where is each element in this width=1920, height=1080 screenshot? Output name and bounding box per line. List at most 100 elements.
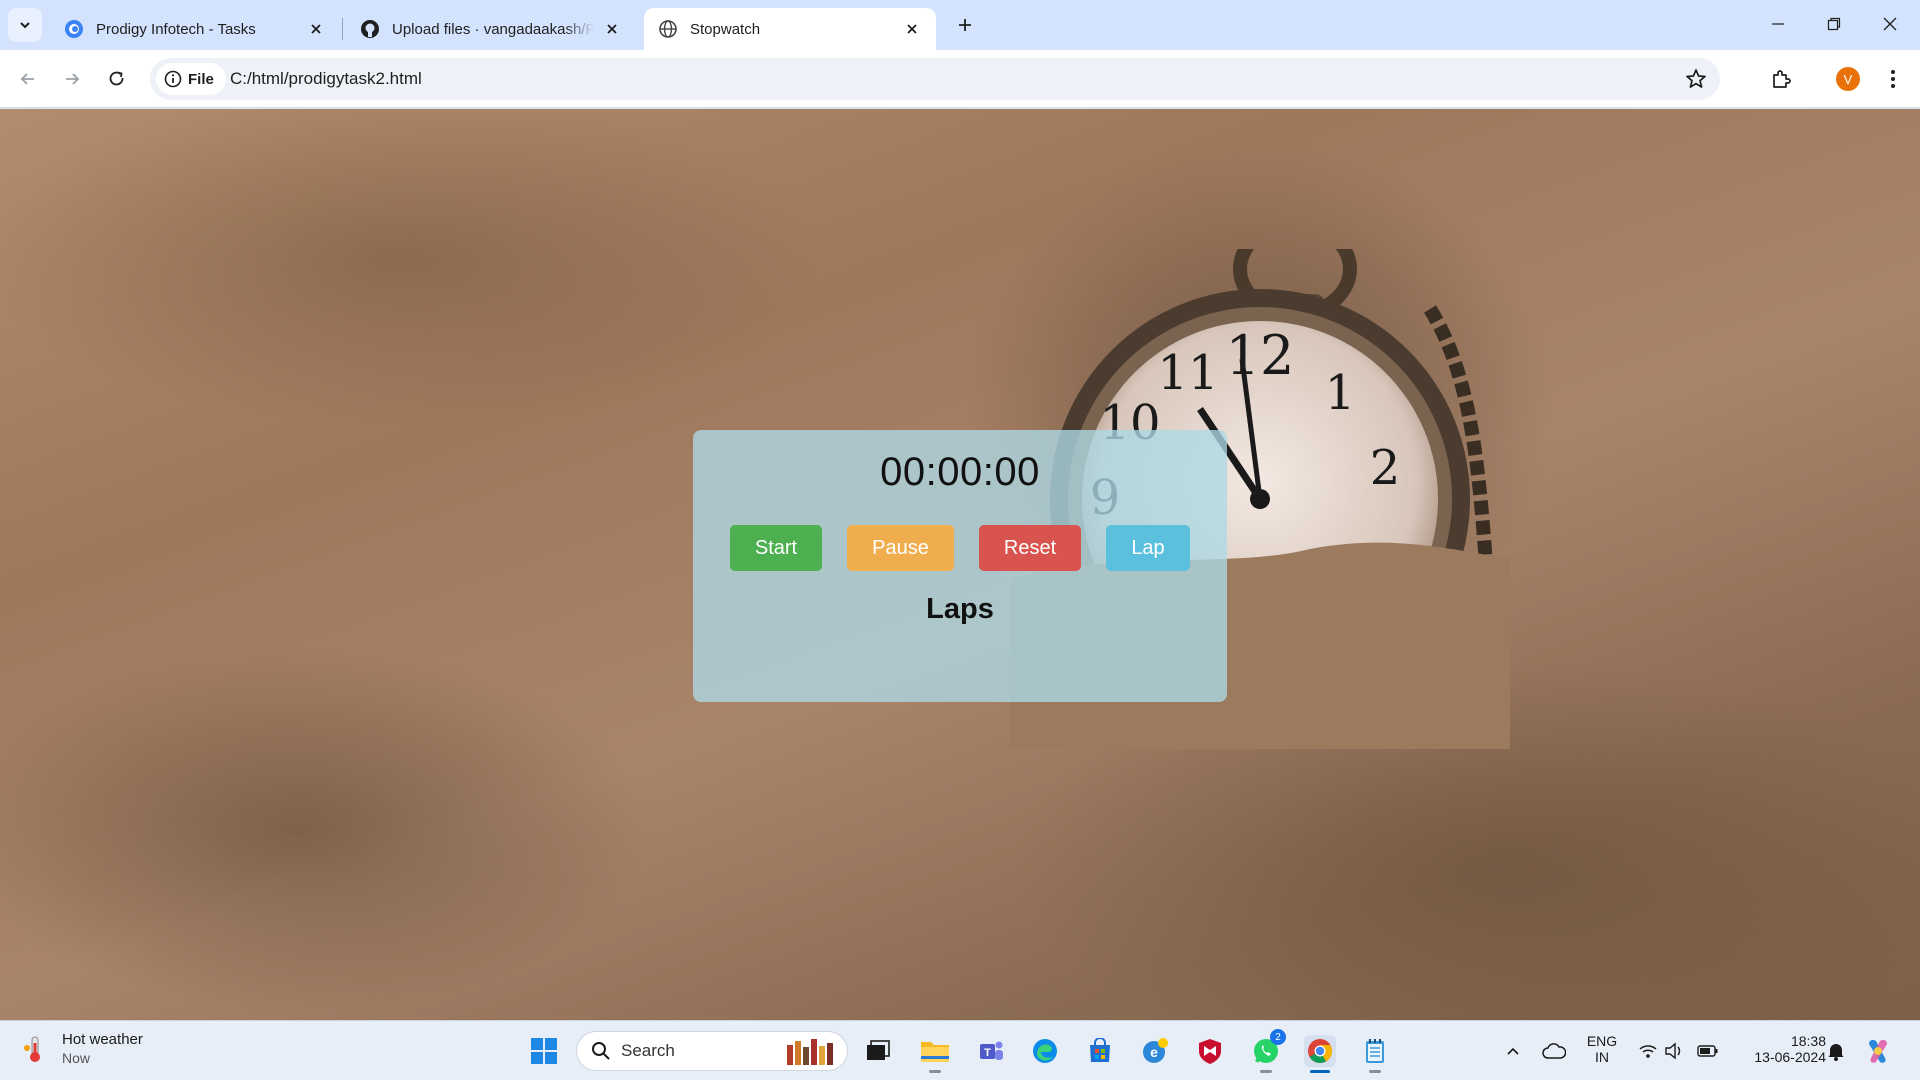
mcafee-button[interactable] xyxy=(1194,1035,1226,1067)
tab-github-upload[interactable]: Upload files · vangadaakash/PRODIGY xyxy=(346,8,636,50)
kebab-menu-icon xyxy=(1891,70,1895,88)
microsoft-store-button[interactable] xyxy=(1084,1035,1116,1067)
weather-title: Hot weather xyxy=(62,1031,143,1048)
prodigy-logo-icon xyxy=(64,19,84,39)
forward-arrow-icon xyxy=(66,73,80,85)
site-info-label: File xyxy=(188,70,214,88)
svg-text:T: T xyxy=(984,1047,991,1059)
search-placeholder: Search xyxy=(621,1041,675,1060)
tray-date: 13-06-2024 xyxy=(1754,1049,1826,1065)
minimize-button[interactable] xyxy=(1750,0,1806,48)
battery-button[interactable] xyxy=(1692,1035,1724,1067)
bell-icon xyxy=(1828,1044,1844,1061)
cloud-icon xyxy=(1542,1043,1566,1059)
task-view-icon xyxy=(867,1040,890,1060)
task-view-button[interactable] xyxy=(862,1035,894,1067)
battery-icon xyxy=(1697,1045,1718,1057)
new-tab-button[interactable] xyxy=(950,10,980,40)
notifications-button[interactable] xyxy=(1820,1035,1852,1067)
weather-subtitle: Now xyxy=(62,1050,91,1066)
tray-time: 18:38 xyxy=(1790,1033,1826,1049)
language-code: ENG xyxy=(1586,1033,1618,1049)
close-tab-icon[interactable] xyxy=(306,19,326,39)
tab-prodigy[interactable]: Prodigy Infotech - Tasks xyxy=(50,8,340,50)
chevron-down-icon xyxy=(20,22,30,29)
weather-widget[interactable]: Hot weather Now xyxy=(22,1031,143,1066)
volume-button[interactable] xyxy=(1658,1035,1690,1067)
plus-icon xyxy=(959,19,971,31)
chrome-button[interactable] xyxy=(1304,1035,1336,1073)
close-icon xyxy=(1883,17,1897,31)
bookmark-star-icon[interactable] xyxy=(1684,67,1708,91)
close-tab-icon[interactable] xyxy=(902,19,922,39)
svg-text:1: 1 xyxy=(1325,365,1356,421)
notepad-button[interactable] xyxy=(1359,1035,1391,1073)
tab-title: Prodigy Infotech - Tasks xyxy=(96,20,256,38)
language-indicator[interactable]: ENG IN xyxy=(1585,1033,1619,1065)
profile-button[interactable]: V xyxy=(1834,65,1862,93)
browser-toolbar: File C:/html/prodigytask2.html V xyxy=(0,50,1920,108)
running-indicator xyxy=(1260,1070,1272,1073)
tab-divider xyxy=(342,18,343,40)
start-menu-button[interactable] xyxy=(528,1035,560,1067)
notepad-icon xyxy=(1366,1039,1384,1063)
extensions-button[interactable] xyxy=(1767,65,1795,93)
edge-button[interactable] xyxy=(1029,1035,1061,1067)
app-pinned-blue-button[interactable]: e xyxy=(1139,1035,1171,1067)
forward-button[interactable] xyxy=(54,61,90,97)
speaker-icon xyxy=(1665,1042,1681,1060)
puzzle-icon xyxy=(1773,70,1791,88)
teams-button[interactable]: T xyxy=(975,1035,1007,1067)
tab-search-button[interactable] xyxy=(8,8,42,42)
reload-button[interactable] xyxy=(99,61,135,97)
page-viewport: 12 11 10 9 1 2 00:00:00 Start Pause Rese… xyxy=(0,109,1920,1020)
svg-text:11: 11 xyxy=(1157,345,1218,401)
taskbar: Hot weather Now Search T e 2 ENG IN 18:3… xyxy=(0,1020,1920,1080)
search-icon xyxy=(592,1042,610,1060)
lap-button[interactable]: Lap xyxy=(1106,525,1190,571)
reset-button[interactable]: Reset xyxy=(979,525,1081,571)
stopwatch-card: 00:00:00 Start Pause Reset Lap Laps xyxy=(693,430,1227,702)
chrome-icon xyxy=(1308,1039,1333,1064)
running-indicator-active xyxy=(1310,1070,1330,1073)
file-explorer-button[interactable] xyxy=(919,1035,951,1073)
address-bar[interactable]: File C:/html/prodigytask2.html xyxy=(150,58,1720,100)
whatsapp-button[interactable]: 2 xyxy=(1250,1029,1286,1073)
app-blue-e-icon: e xyxy=(1143,1038,1168,1063)
svg-text:e: e xyxy=(1150,1044,1158,1060)
search-highlight-icon xyxy=(787,1039,833,1065)
show-hidden-icons-button[interactable] xyxy=(1497,1035,1529,1067)
close-window-button[interactable] xyxy=(1862,0,1918,48)
site-info-chip[interactable]: File xyxy=(156,63,226,95)
start-button[interactable]: Start xyxy=(730,525,822,571)
tab-title: Upload files · vangadaakash/PRODIGY xyxy=(392,20,594,38)
restore-icon xyxy=(1827,17,1841,31)
browser-menu-button[interactable] xyxy=(1879,65,1907,93)
shield-icon xyxy=(1199,1039,1221,1064)
chevron-up-icon xyxy=(1507,1047,1519,1055)
running-indicator xyxy=(1369,1070,1381,1073)
clock-widget[interactable]: 18:38 13-06-2024 xyxy=(1734,1033,1826,1065)
thermometer-icon xyxy=(24,1036,40,1062)
close-tab-icon[interactable] xyxy=(602,19,622,39)
restore-button[interactable] xyxy=(1806,0,1862,48)
back-button[interactable] xyxy=(10,61,46,97)
tab-title: Stopwatch xyxy=(690,20,761,38)
avatar: V xyxy=(1836,67,1860,91)
svg-text:2: 2 xyxy=(1370,440,1401,496)
back-arrow-icon xyxy=(20,73,34,85)
pause-button[interactable]: Pause xyxy=(847,525,954,571)
notification-badge: 2 xyxy=(1270,1029,1286,1045)
laps-heading: Laps xyxy=(926,593,994,625)
svg-text:12: 12 xyxy=(1226,324,1295,387)
language-region: IN xyxy=(1595,1049,1609,1065)
onedrive-button[interactable] xyxy=(1538,1035,1570,1067)
reload-icon xyxy=(109,71,124,86)
tab-stopwatch[interactable]: Stopwatch xyxy=(644,8,936,50)
minimize-icon xyxy=(1772,23,1784,25)
url-text[interactable]: C:/html/prodigytask2.html xyxy=(230,69,422,89)
taskbar-search-box[interactable]: Search xyxy=(576,1031,848,1071)
running-indicator xyxy=(929,1070,941,1073)
copilot-button[interactable] xyxy=(1862,1035,1894,1067)
laps-list xyxy=(693,640,1227,690)
